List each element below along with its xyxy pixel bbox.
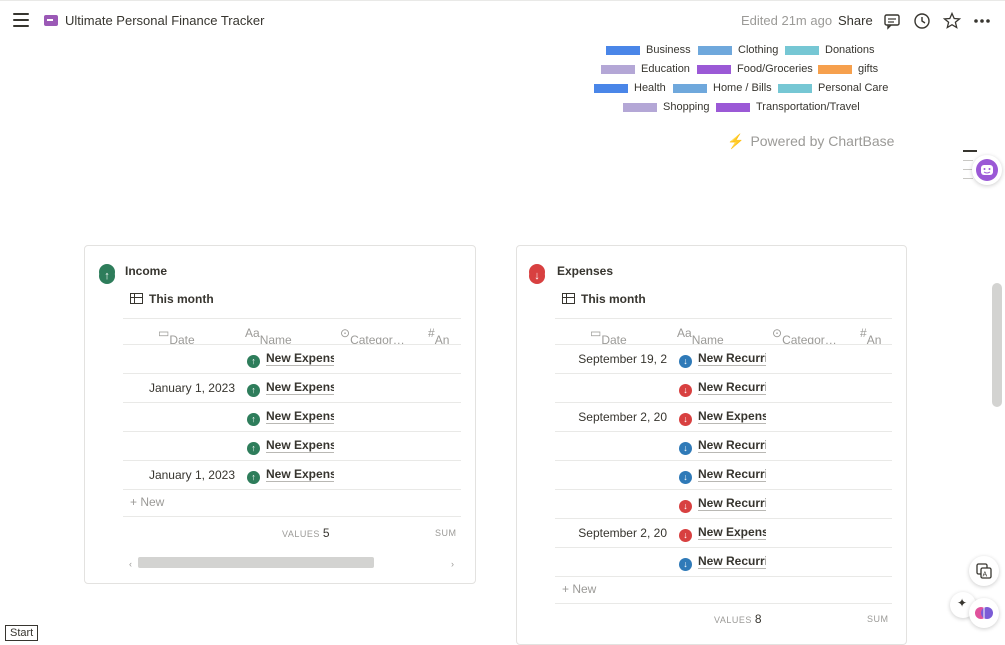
brain-button[interactable] <box>969 598 999 628</box>
table-row[interactable]: ↓ New Recurri <box>555 548 892 577</box>
arrow-down-icon: ↓ <box>679 558 692 571</box>
column-name[interactable]: Aa Name <box>677 326 724 344</box>
arrow-up-icon: ↑ <box>247 442 260 455</box>
face-icon <box>976 159 998 181</box>
new-row-button[interactable]: + New <box>562 582 596 596</box>
legend-item: Business <box>606 44 691 56</box>
table-row[interactable]: ↓ New Recurri <box>555 432 892 461</box>
arrow-down-icon: ↓ <box>679 413 692 426</box>
bolt-icon: ⚡ <box>727 133 745 149</box>
table-row[interactable]: January 1, 2023 ↑ New Expens <box>123 461 461 490</box>
column-category[interactable]: ⊙ Categor… <box>340 326 405 344</box>
arrow-up-icon: ↑ <box>247 413 260 426</box>
card-title[interactable]: Expenses <box>557 264 613 278</box>
income-card: ↑ Income This month ▭ Date Aa Name ⊙ Cat… <box>84 245 476 584</box>
table-icon <box>130 293 143 304</box>
table-row[interactable]: ↑ New Expens <box>123 403 461 432</box>
assistant-button[interactable] <box>972 155 1002 185</box>
arrow-down-icon: ↓ <box>679 442 692 455</box>
page-title[interactable]: Ultimate Personal Finance Tracker <box>65 13 264 28</box>
arrow-up-icon: ↑ <box>99 264 115 284</box>
share-button[interactable]: Share <box>838 13 873 28</box>
edited-status: Edited 21m ago <box>741 13 833 28</box>
translate-button[interactable]: A <box>969 556 999 586</box>
tab-this-month[interactable]: This month <box>130 292 214 306</box>
sparkle-icon: ✦ <box>957 596 968 610</box>
legend-item: Donations <box>785 44 875 56</box>
star-icon[interactable] <box>942 11 962 31</box>
table-row[interactable]: January 1, 2023 ↑ New Expens <box>123 374 461 403</box>
table-row[interactable]: ↑ New Expens <box>123 432 461 461</box>
table-row[interactable]: September 2, 20 ↓ New Expens <box>555 403 892 432</box>
page-scrollbar[interactable] <box>992 283 1002 407</box>
column-name[interactable]: Aa Name <box>245 326 292 344</box>
legend-item: Transportation/Travel <box>716 101 860 113</box>
expenses-card: ↓ Expenses This month ▭ Date Aa Name ⊙ C… <box>516 245 907 645</box>
top-bar: Ultimate Personal Finance Tracker Edited… <box>0 0 1005 40</box>
table-header: ▭ Date Aa Name ⊙ Categor… # An <box>555 318 892 345</box>
legend-item: Health <box>594 82 666 94</box>
tab-this-month[interactable]: This month <box>562 292 646 306</box>
arrow-down-icon: ↓ <box>679 529 692 542</box>
table-row[interactable]: ↓ New Recurri <box>555 490 892 519</box>
sum-label: SUM <box>867 614 889 624</box>
arrow-down-icon: ↓ <box>679 471 692 484</box>
table-row[interactable]: September 19, 2 ↓ New Recurri <box>555 345 892 374</box>
values-count: VALUES 5 <box>282 526 330 540</box>
comment-icon[interactable] <box>882 11 902 31</box>
legend-item: gifts <box>818 63 878 75</box>
legend-item: Shopping <box>623 101 710 113</box>
column-amount[interactable]: # An <box>428 326 449 344</box>
more-icon[interactable] <box>972 11 992 31</box>
legend-item: Personal Care <box>778 82 888 94</box>
sum-label: SUM <box>435 528 457 538</box>
arrow-down-icon: ↓ <box>529 264 545 284</box>
column-amount[interactable]: # An <box>860 326 881 344</box>
column-category[interactable]: ⊙ Categor… <box>772 326 837 344</box>
history-icon[interactable] <box>912 11 932 31</box>
arrow-down-icon: ↓ <box>679 355 692 368</box>
legend-item: Food/Groceries <box>697 63 813 75</box>
brain-icon <box>975 607 993 619</box>
table-row[interactable]: ↑ New Expens <box>123 345 461 374</box>
table-header: ▭ Date Aa Name ⊙ Categor… # An <box>123 318 461 345</box>
page-icon <box>44 15 58 26</box>
scroll-left-icon[interactable]: ‹ <box>129 559 132 569</box>
column-date[interactable]: ▭ Date <box>158 326 195 344</box>
column-date[interactable]: ▭ Date <box>590 326 627 344</box>
scroll-right-icon[interactable]: › <box>451 559 454 569</box>
card-title[interactable]: Income <box>125 264 167 278</box>
table-row[interactable]: ↓ New Recurri <box>555 461 892 490</box>
arrow-up-icon: ↑ <box>247 384 260 397</box>
table-icon <box>562 293 575 304</box>
legend-item: Clothing <box>698 44 778 56</box>
powered-by-link[interactable]: ⚡ Powered by ChartBase <box>727 133 894 150</box>
arrow-down-icon: ↓ <box>679 384 692 397</box>
arrow-down-icon: ↓ <box>679 500 692 513</box>
new-row-button[interactable]: + New <box>130 495 164 509</box>
table-row[interactable]: ↓ New Recurri <box>555 374 892 403</box>
values-count: VALUES 8 <box>714 612 762 626</box>
legend-item: Education <box>601 63 690 75</box>
menu-icon[interactable] <box>13 13 29 27</box>
arrow-up-icon: ↑ <box>247 355 260 368</box>
arrow-up-icon: ↑ <box>247 471 260 484</box>
table-row[interactable]: September 2, 20 ↓ New Expens <box>555 519 892 548</box>
svg-text:A: A <box>983 572 988 579</box>
legend-item: Home / Bills <box>673 82 772 94</box>
translate-icon: A <box>976 563 992 579</box>
horizontal-scrollbar[interactable] <box>138 557 374 568</box>
